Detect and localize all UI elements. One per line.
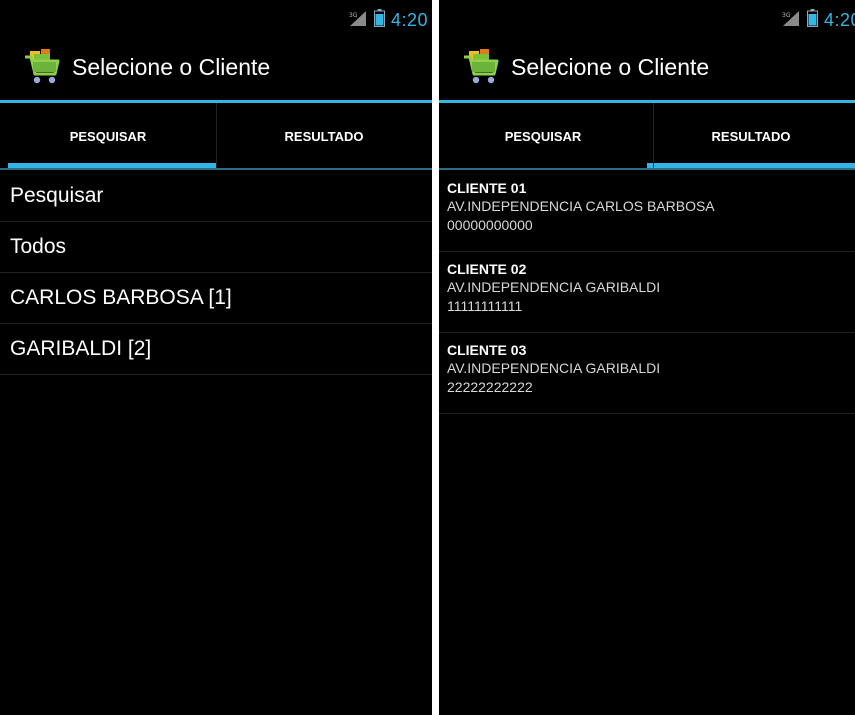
- client-document: 22222222222: [447, 379, 533, 395]
- tab-label: RESULTADO: [284, 128, 364, 144]
- list-item-label: Pesquisar: [10, 184, 104, 207]
- tab-bar-underline: [0, 168, 432, 170]
- client-results-list: CLIENTE 01 AV.INDEPENDENCIA CARLOS BARBO…: [439, 171, 855, 414]
- client-address: AV.INDEPENDENCIA GARIBALDI: [447, 360, 661, 376]
- page-title: Selecione o Cliente: [511, 53, 710, 80]
- list-item-todos[interactable]: Todos: [0, 222, 432, 273]
- shopping-cart-icon: [25, 49, 60, 84]
- client-row-01[interactable]: CLIENTE 01 AV.INDEPENDENCIA CARLOS BARBO…: [439, 171, 855, 252]
- status-bar: 3G 4:20: [439, 0, 855, 34]
- tab-pesquisar[interactable]: PESQUISAR: [0, 103, 216, 169]
- status-time: 4:20: [823, 10, 855, 30]
- shopping-cart-icon: [464, 49, 499, 84]
- client-row-02[interactable]: CLIENTE 02 AV.INDEPENDENCIA GARIBALDI 11…: [439, 252, 855, 333]
- tab-bar-underline: [439, 168, 855, 170]
- battery-icon: [806, 9, 818, 32]
- signal-icon: 3G: [781, 10, 801, 31]
- tab-divider: [653, 103, 654, 169]
- client-address: AV.INDEPENDENCIA CARLOS BARBOSA: [447, 198, 715, 214]
- action-bar: Selecione o Cliente: [439, 34, 855, 100]
- tab-label: PESQUISAR: [69, 128, 147, 144]
- tab-label: PESQUISAR: [504, 128, 582, 144]
- client-name: CLIENTE 02: [447, 261, 527, 277]
- tab-resultado[interactable]: RESULTADO: [647, 103, 855, 169]
- list-item-label: CARLOS BARBOSA [1]: [10, 286, 232, 309]
- status-time: 4:20: [390, 10, 428, 30]
- list-item-carlos-barbosa[interactable]: CARLOS BARBOSA [1]: [0, 273, 432, 324]
- client-address: AV.INDEPENDENCIA GARIBALDI: [447, 279, 661, 295]
- list-item-pesquisar[interactable]: Pesquisar: [0, 171, 432, 222]
- client-row-03[interactable]: CLIENTE 03 AV.INDEPENDENCIA GARIBALDI 22…: [439, 333, 855, 414]
- list-item-garibaldi[interactable]: GARIBALDI [2]: [0, 324, 432, 375]
- svg-text:3G: 3G: [349, 12, 358, 19]
- battery-icon: [373, 9, 385, 32]
- page-title: Selecione o Cliente: [72, 53, 271, 80]
- right-phone-screen: 3G 4:20 Selecione o Cliente: [439, 0, 855, 715]
- action-bar: Selecione o Cliente: [0, 34, 432, 100]
- list-item-label: Todos: [10, 235, 67, 258]
- search-options-list: Pesquisar Todos CARLOS BARBOSA [1] GARIB…: [0, 171, 432, 375]
- svg-text:3G: 3G: [782, 12, 791, 19]
- tab-pesquisar[interactable]: PESQUISAR: [439, 103, 647, 169]
- tab-divider: [216, 103, 217, 169]
- status-bar: 3G 4:20: [0, 0, 432, 34]
- left-phone-screen: 3G 4:20 Selecione o Cliente PESQUISAR RE…: [0, 0, 432, 715]
- tab-bar: PESQUISAR RESULTADO: [439, 103, 855, 169]
- client-document: 11111111111: [447, 298, 523, 314]
- client-name: CLIENTE 01: [447, 180, 527, 196]
- list-item-label: GARIBALDI [2]: [10, 337, 152, 360]
- tab-resultado[interactable]: RESULTADO: [216, 103, 432, 169]
- tab-label: RESULTADO: [711, 128, 791, 144]
- client-name: CLIENTE 03: [447, 342, 527, 358]
- signal-icon: 3G: [348, 10, 368, 31]
- client-document: 00000000000: [447, 217, 533, 233]
